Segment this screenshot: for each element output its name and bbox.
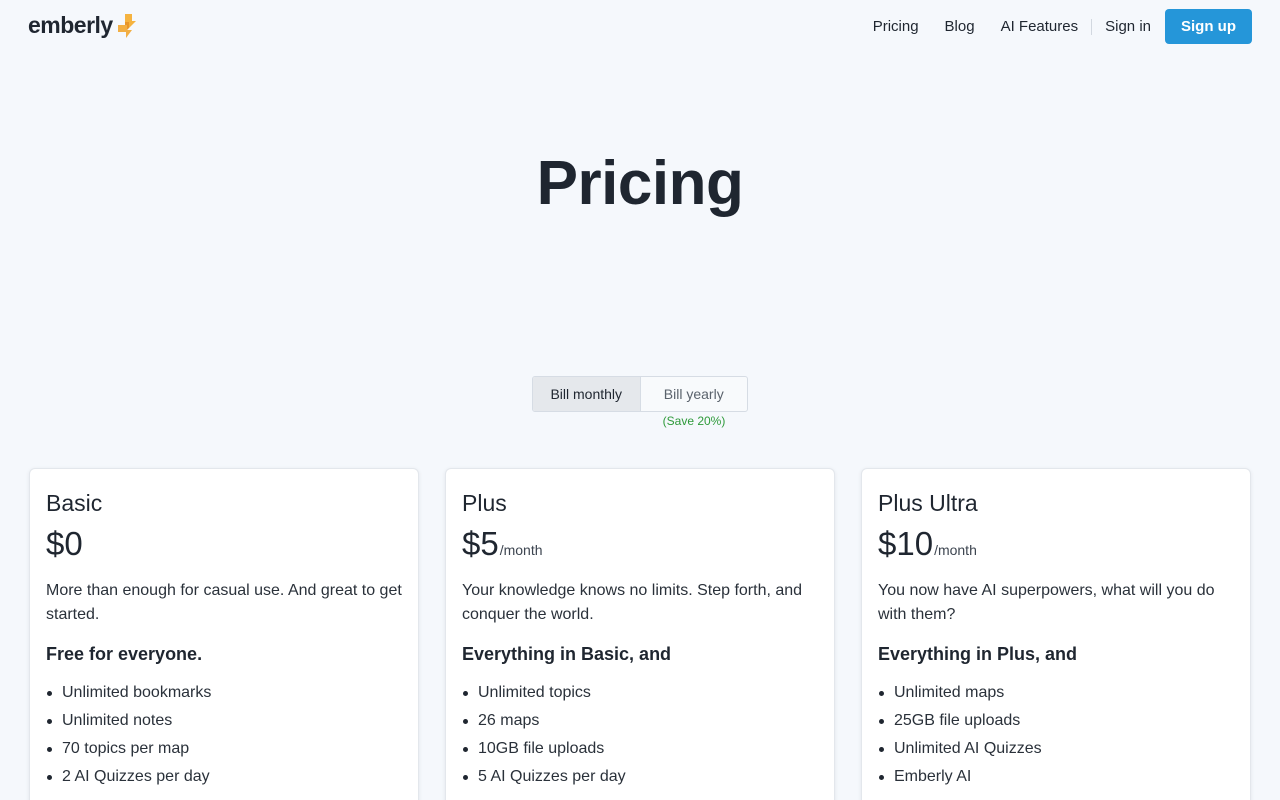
logo-text: emberly bbox=[28, 12, 113, 38]
plan-description: Your knowledge knows no limits. Step for… bbox=[462, 582, 803, 623]
feature-item: Emberly AI bbox=[878, 763, 1234, 791]
plan-period: /month bbox=[499, 542, 543, 558]
plan-price: $0 bbox=[46, 525, 83, 562]
features-list: Unlimited bookmarks Unlimited notes 70 t… bbox=[46, 679, 402, 791]
sign-in-link[interactable]: Sign in bbox=[1105, 18, 1151, 35]
feature-item: 2 AI Quizzes per day bbox=[46, 763, 402, 791]
logo-link[interactable]: emberly bbox=[28, 12, 137, 39]
plan-card-plus-ultra: Plus Ultra $10 /month You now have AI su… bbox=[861, 468, 1251, 800]
bill-yearly-option[interactable]: Bill yearly bbox=[641, 377, 748, 411]
feature-item: Unlimited maps bbox=[878, 679, 1234, 707]
plan-name: Plus Ultra bbox=[878, 490, 978, 516]
price-row: $5 /month bbox=[462, 526, 818, 562]
main-nav: Pricing Blog AI Features Sign in Sign up bbox=[873, 9, 1252, 44]
bill-monthly-option[interactable]: Bill monthly bbox=[533, 377, 641, 411]
emberly-flame-icon bbox=[117, 13, 136, 38]
plan-price: $10 bbox=[878, 525, 934, 562]
plan-period: /month bbox=[934, 542, 977, 558]
site-header: emberly Pricing Blog AI Features Sign in… bbox=[0, 0, 1280, 54]
nav-divider bbox=[1091, 18, 1093, 35]
feature-item: 25GB file uploads bbox=[878, 707, 1234, 735]
feature-item: Unlimited topics bbox=[462, 679, 818, 707]
plan-card-basic: Basic $0 More than enough for casual use… bbox=[29, 468, 419, 800]
feature-item: 10GB file uploads bbox=[462, 735, 818, 763]
plan-card-plus: Plus $5 /month Your knowledge knows no l… bbox=[445, 468, 835, 800]
nav-pricing[interactable]: Pricing bbox=[873, 18, 919, 35]
feature-item: 5 AI Quizzes per day bbox=[462, 763, 818, 791]
plan-description: You now have AI superpowers, what will y… bbox=[878, 582, 1215, 623]
features-heading: Everything in Plus, and bbox=[878, 644, 1078, 664]
feature-item: 70 topics per map bbox=[46, 735, 402, 763]
save-note: (Save 20%) bbox=[662, 414, 726, 428]
sign-up-button[interactable]: Sign up bbox=[1165, 9, 1252, 44]
features-list: Unlimited maps 25GB file uploads Unlimit… bbox=[878, 679, 1234, 791]
plan-name: Plus bbox=[462, 490, 507, 516]
feature-item: Unlimited bookmarks bbox=[46, 679, 402, 707]
features-heading: Free for everyone. bbox=[46, 644, 203, 664]
nav-ai-features[interactable]: AI Features bbox=[1001, 18, 1079, 35]
features-heading: Everything in Basic, and bbox=[462, 644, 672, 664]
feature-item: Unlimited AI Quizzes bbox=[878, 735, 1234, 763]
feature-item: 26 maps bbox=[462, 707, 818, 735]
plan-description: More than enough for casual use. And gre… bbox=[46, 582, 402, 623]
features-list: Unlimited topics 26 maps 10GB file uploa… bbox=[462, 679, 818, 791]
price-row: $10 /month bbox=[878, 526, 1234, 562]
plan-price: $5 bbox=[462, 525, 499, 562]
feature-item: Unlimited notes bbox=[46, 707, 402, 735]
plan-name: Basic bbox=[46, 490, 103, 516]
nav-blog[interactable]: Blog bbox=[945, 18, 975, 35]
price-row: $0 bbox=[46, 526, 402, 562]
billing-toggle: Bill monthly Bill yearly bbox=[532, 376, 748, 412]
page-title: Pricing bbox=[536, 149, 744, 218]
